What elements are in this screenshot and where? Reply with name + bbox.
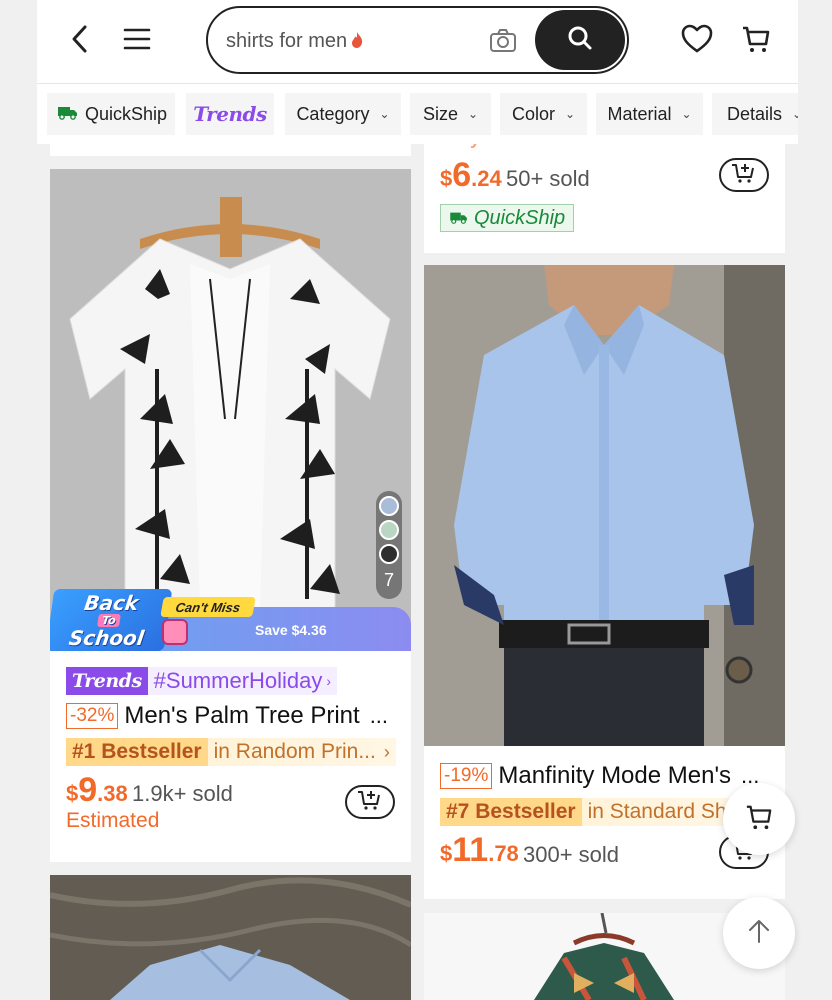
- quickship-badge-label: QuickShip: [474, 206, 566, 229]
- chevron-down-icon: ⌄: [467, 107, 479, 121]
- promo-tag: Can't Miss: [160, 597, 256, 617]
- wishlist-heart-icon[interactable]: [680, 22, 714, 56]
- truck-icon: [57, 104, 79, 125]
- arrow-up-icon: [747, 918, 771, 949]
- title-more: ...: [369, 703, 389, 728]
- product-price: $6.24: [440, 156, 502, 195]
- color-swatches[interactable]: 7: [376, 491, 402, 599]
- price-currency: $: [440, 166, 453, 191]
- filter-size-label: Size: [422, 103, 458, 124]
- add-cart-icon: [731, 162, 757, 189]
- price-decimal: .24: [471, 166, 502, 191]
- price-integer: 6: [452, 156, 472, 194]
- chevron-down-icon: ⌄: [564, 107, 576, 121]
- logo-line3: School: [67, 625, 146, 650]
- back-icon[interactable]: [63, 22, 97, 56]
- product-image[interactable]: [424, 265, 785, 746]
- hashtag-label: #SummerHoliday ›: [147, 667, 338, 695]
- cart-icon: [745, 803, 773, 836]
- price-currency: $: [66, 781, 79, 806]
- chevron-down-icon: ⌄: [681, 107, 692, 121]
- product-listing-page: shirts for men QuickShip Trends Category…: [0, 0, 832, 1000]
- trends-logo: Trends: [193, 102, 267, 126]
- truck-icon: [449, 207, 469, 230]
- estimated-label: Estimated: [66, 809, 160, 832]
- filter-category[interactable]: Category ⌄: [285, 93, 401, 135]
- swatch-blue[interactable]: [379, 496, 399, 516]
- sold-count: 300+ sold: [523, 842, 620, 867]
- top-header: shirts for men: [37, 0, 798, 84]
- swatch-green[interactable]: [379, 520, 399, 540]
- shopping-bag-icon: [162, 619, 188, 645]
- price-decimal: .38: [97, 781, 128, 806]
- product-price: $11.78: [440, 831, 519, 870]
- hot-flame-icon: [350, 31, 364, 55]
- product-card[interactable]: 7 Save $4.36 Back To School Can't Miss T…: [50, 169, 411, 862]
- product-title: Men's Palm Tree Print: [124, 702, 360, 729]
- add-to-cart-button[interactable]: [345, 785, 395, 819]
- product-image[interactable]: [50, 875, 411, 1000]
- back-to-school-logo: Back To School: [50, 589, 173, 651]
- sold-count: 50+ sold: [506, 166, 590, 191]
- rank-category: in Random Prin...: [213, 740, 376, 763]
- price-integer: 9: [78, 771, 98, 809]
- promo-banner: Save $4.36 Back To School Can't Miss: [50, 589, 411, 651]
- filter-bar: QuickShip Trends Category ⌄ Size ⌄ Color ⌄ …: [37, 84, 798, 144]
- chevron-right-icon: ›: [383, 741, 390, 762]
- product-price: $9.38: [66, 771, 128, 810]
- swatch-black[interactable]: [379, 544, 399, 564]
- product-title: Manfinity Mode Men's: [498, 762, 732, 789]
- chevron-right-icon: ›: [326, 673, 332, 689]
- search-button[interactable]: [535, 10, 625, 70]
- filter-details[interactable]: Details ⌄: [712, 93, 798, 135]
- promo-save-amount: Save $4.36: [255, 622, 327, 638]
- bestseller-rank[interactable]: #7 Bestseller in Standard Sh...: [440, 798, 740, 826]
- discount-badge: -19%: [440, 763, 493, 789]
- quickship-badge: QuickShip: [440, 204, 575, 232]
- product-title-row[interactable]: -32% Men's Palm Tree Print ...: [66, 702, 401, 730]
- product-title-row[interactable]: -19% Manfinity Mode Men's ...: [440, 762, 775, 790]
- camera-icon[interactable]: [488, 26, 518, 56]
- trends-badge: Trends: [66, 667, 148, 695]
- rank-label: #7 Bestseller: [440, 798, 582, 826]
- chevron-down-icon: ⌄: [792, 107, 798, 121]
- search-query-text: shirts for men: [226, 30, 348, 52]
- filter-size[interactable]: Size ⌄: [410, 93, 491, 135]
- sold-count: 1.9k+ sold: [132, 781, 233, 806]
- swatch-count: 7: [383, 570, 394, 590]
- filter-material-label: Material: [607, 103, 672, 124]
- product-image[interactable]: 7 Save $4.36 Back To School Can't Miss: [50, 169, 411, 651]
- price-currency: $: [440, 841, 453, 866]
- back-to-top-button[interactable]: [723, 897, 795, 969]
- filter-quickship[interactable]: QuickShip: [47, 93, 175, 135]
- trends-logo: Trends: [72, 670, 142, 692]
- filter-color-label: Color: [511, 103, 555, 124]
- hashtag-text: #SummerHoliday: [153, 668, 323, 693]
- rank-category: in Standard Sh...: [587, 800, 740, 823]
- trend-tag[interactable]: Trends #SummerHoliday ›: [66, 667, 338, 695]
- product-card[interactable]: [50, 875, 411, 1000]
- filter-details-label: Details: [727, 103, 783, 124]
- logo-line1: Back: [82, 590, 141, 615]
- floating-cart-button[interactable]: [723, 783, 795, 855]
- filter-color[interactable]: Color ⌄: [500, 93, 587, 135]
- price-decimal: .78: [488, 841, 519, 866]
- add-cart-icon: [357, 789, 383, 816]
- cart-icon[interactable]: [739, 22, 773, 56]
- price-integer: 11: [452, 831, 489, 869]
- search-bar[interactable]: shirts for men: [206, 6, 629, 74]
- add-to-cart-button[interactable]: [719, 158, 769, 192]
- filter-category-label: Category: [296, 103, 370, 124]
- search-input[interactable]: shirts for men: [226, 30, 364, 55]
- chevron-down-icon: ⌄: [379, 107, 390, 121]
- filter-quickship-label: QuickShip: [85, 103, 168, 124]
- discount-badge: -32%: [66, 703, 119, 729]
- filter-material[interactable]: Material ⌄: [596, 93, 703, 135]
- menu-icon[interactable]: [119, 22, 155, 56]
- rank-label: #1 Bestseller: [66, 738, 208, 766]
- logo-line2: To: [97, 613, 121, 627]
- search-icon: [567, 25, 593, 56]
- bestseller-rank[interactable]: #1 Bestseller in Random Prin... ›: [66, 738, 396, 766]
- filter-trends[interactable]: Trends: [186, 93, 274, 135]
